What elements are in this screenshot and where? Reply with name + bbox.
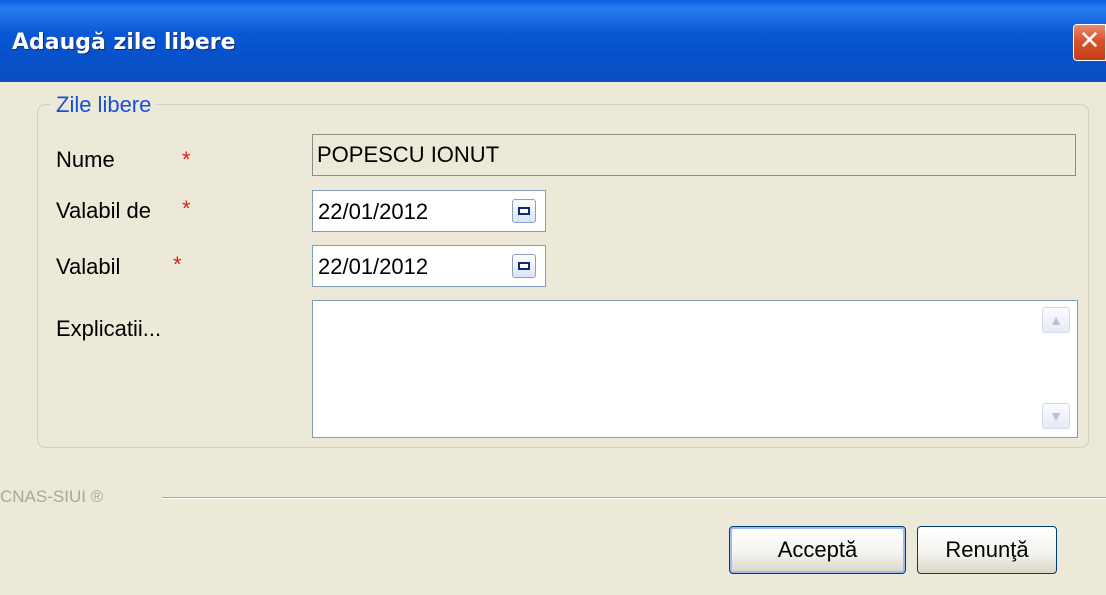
explicatii-textarea[interactable]: ▲ ▼ [312, 300, 1078, 438]
valabil-de-date-input[interactable]: 22/01/2012 [312, 190, 546, 232]
scroll-up-button[interactable]: ▲ [1042, 307, 1070, 333]
scroll-down-button[interactable]: ▼ [1042, 403, 1070, 429]
footer-brand: CNAS-SIUI ® [0, 487, 104, 506]
valabil-de-required-marker: * [182, 196, 191, 221]
valabil-date-input[interactable]: 22/01/2012 [312, 245, 546, 287]
valabil-de-date-value: 22/01/2012 [318, 199, 429, 224]
window-title: Adaugă zile libere [12, 30, 236, 55]
calendar-icon [518, 262, 530, 270]
nume-label: Nume [56, 147, 115, 172]
dialog-window: Adaugă zile libere ✕ Zile libere Nume * … [0, 0, 1106, 595]
explicatii-label: Explicatii... [56, 316, 162, 341]
valabil-de-label: Valabil de [56, 198, 151, 223]
scroll-up-icon: ▲ [1049, 312, 1063, 328]
nume-field: POPESCU IONUT [312, 134, 1076, 176]
valabil-calendar-button[interactable] [512, 254, 536, 278]
valabil-date-value: 22/01/2012 [318, 254, 429, 279]
nume-required-marker: * [182, 147, 191, 172]
valabil-required-marker: * [173, 252, 182, 277]
cancel-button[interactable]: Renunţă [917, 526, 1057, 574]
accept-button[interactable]: Acceptă [729, 526, 906, 574]
calendar-icon [518, 207, 530, 215]
valabil-label: Valabil [56, 254, 121, 279]
close-button[interactable]: ✕ [1073, 24, 1106, 61]
group-legend: Zile libere [50, 92, 158, 118]
scroll-down-icon: ▼ [1049, 408, 1063, 424]
title-bar[interactable]: Adaugă zile libere ✕ [0, 0, 1106, 82]
valabil-de-calendar-button[interactable] [512, 199, 536, 223]
close-icon: ✕ [1078, 26, 1101, 56]
footer-divider [162, 497, 1106, 499]
